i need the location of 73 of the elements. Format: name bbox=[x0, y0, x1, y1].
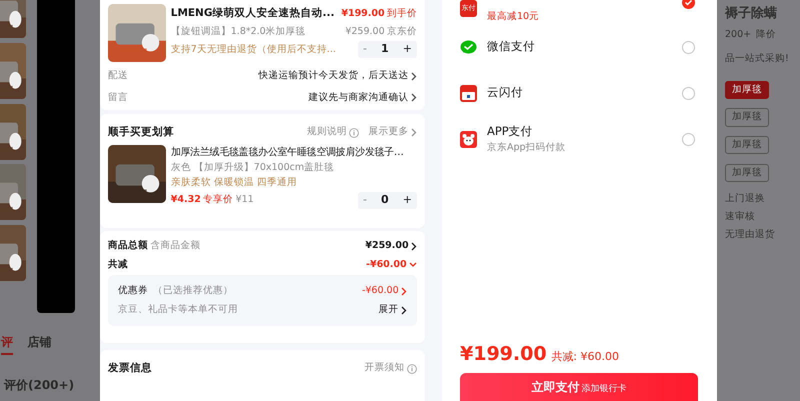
chevron-icon[interactable] bbox=[411, 242, 417, 251]
price-label: 专享价 bbox=[203, 194, 234, 205]
service-text: 速审核 bbox=[725, 210, 756, 224]
quantity-stepper[interactable]: - 0 + bbox=[358, 192, 417, 209]
chevron-icon[interactable] bbox=[411, 93, 417, 102]
summary-label: 共减 bbox=[108, 258, 128, 272]
summary-value[interactable]: ¥259.00 bbox=[365, 239, 409, 254]
price-drop-link[interactable]: 降价 bbox=[756, 28, 776, 42]
row-label: 配送 bbox=[108, 69, 128, 84]
plus-button[interactable]: + bbox=[402, 192, 412, 208]
return-policy: 支持7天无理由退货（使用后不支持... bbox=[170, 42, 336, 56]
promo-text: 品一站式采购! bbox=[725, 52, 789, 66]
radio-button[interactable] bbox=[682, 40, 695, 54]
product-title: LMENG绿萌双人安全速热自动... bbox=[170, 6, 334, 22]
beans-note: 京豆、礼品卡等本单不可用 bbox=[118, 302, 238, 317]
price-label: 到手价 bbox=[387, 8, 417, 20]
original-price: ¥11 bbox=[236, 194, 254, 205]
price-label: 京东价 bbox=[387, 26, 417, 36]
row-value[interactable]: 建议先与商家沟通确认 bbox=[308, 90, 409, 105]
row-label: 留言 bbox=[108, 90, 128, 104]
plus-button[interactable]: + bbox=[402, 41, 412, 58]
option-tag[interactable]: 加厚毯 bbox=[725, 136, 769, 154]
page-title: 褥子除螨 bbox=[725, 4, 778, 23]
method-name[interactable]: 微信支付 bbox=[487, 38, 535, 56]
summary-note: 含商品金额 bbox=[150, 240, 200, 252]
radio-button[interactable] bbox=[682, 86, 695, 100]
original-price: ¥259.00 bbox=[345, 26, 385, 36]
service-text: 无理由退货 bbox=[725, 228, 776, 242]
minus-button[interactable]: - bbox=[363, 192, 367, 208]
product-price: ¥199.00 bbox=[341, 8, 385, 20]
quantity-stepper[interactable]: - 1 + bbox=[358, 41, 417, 58]
method-note: 京东App扫码付款 bbox=[487, 140, 566, 154]
info-icon[interactable] bbox=[407, 364, 417, 374]
method-note: 最高减10元 bbox=[487, 10, 540, 24]
row-value[interactable]: 快递运输预计今天发货，后天送达 bbox=[258, 69, 409, 84]
wechat-pay-icon bbox=[460, 38, 477, 56]
product-spec: 灰色 【加厚升级】70x100cm盖肚毯 bbox=[170, 161, 336, 176]
page-tab[interactable]: 店铺 bbox=[27, 333, 52, 356]
product-title: 加厚法兰绒毛毯盖毯办公室午睡毯空调披肩沙发毯子… bbox=[170, 146, 405, 160]
coupon-value[interactable]: -¥60.00 bbox=[362, 284, 399, 298]
section-title: 顺手买更划算 bbox=[108, 124, 174, 140]
expand-link[interactable]: 展开 bbox=[378, 302, 399, 318]
show-more-link[interactable]: 展示更多 bbox=[368, 125, 409, 140]
product-tags: 亲肤柔软 保暖锁温 四季通用 bbox=[170, 176, 417, 191]
section-heading: 评价(200+) bbox=[4, 377, 74, 394]
chevron-icon[interactable] bbox=[411, 72, 417, 81]
review-count: 200+ bbox=[725, 28, 752, 42]
option-tag[interactable]: 加厚毯 bbox=[725, 108, 769, 126]
invoice-note-link[interactable]: 开票须知 bbox=[364, 361, 405, 376]
option-tag[interactable]: 加厚毯 bbox=[725, 80, 769, 99]
discount-value[interactable]: -¥60.00 bbox=[366, 258, 407, 272]
radio-button[interactable] bbox=[682, 132, 695, 146]
caret-icon[interactable] bbox=[409, 262, 417, 268]
discount-total: 共减: ¥60.00 bbox=[551, 348, 619, 365]
quantity-value: 0 bbox=[381, 192, 389, 208]
page-tab[interactable]: 评 bbox=[1, 333, 13, 356]
section-title: 发票信息 bbox=[108, 360, 152, 376]
minus-button[interactable]: - bbox=[363, 41, 367, 58]
option-tag[interactable]: 加厚毯 bbox=[725, 164, 769, 182]
service-text: 上门退换 bbox=[725, 192, 766, 206]
pay-button[interactable]: 立即支付 添加银行卡 bbox=[460, 373, 698, 401]
rules-link[interactable]: 规则说明 bbox=[306, 125, 347, 140]
quantity-value: 1 bbox=[381, 41, 389, 58]
method-name[interactable]: 云闪付 bbox=[487, 84, 523, 102]
coupon-label: 优惠券 bbox=[118, 284, 148, 296]
product-spec: 【旋钮调温】1.8*2.0米加厚毯 bbox=[170, 24, 306, 38]
coupon-note: （已选推荐优惠） bbox=[152, 284, 233, 296]
summary-label: 商品总额 bbox=[108, 240, 148, 252]
product-price: ¥4.32 bbox=[170, 194, 201, 205]
info-icon[interactable] bbox=[349, 128, 360, 138]
chevron-icon[interactable] bbox=[401, 306, 407, 314]
total-amount: ¥199.00 bbox=[460, 342, 547, 367]
method-name[interactable]: APP支付 bbox=[487, 123, 566, 140]
